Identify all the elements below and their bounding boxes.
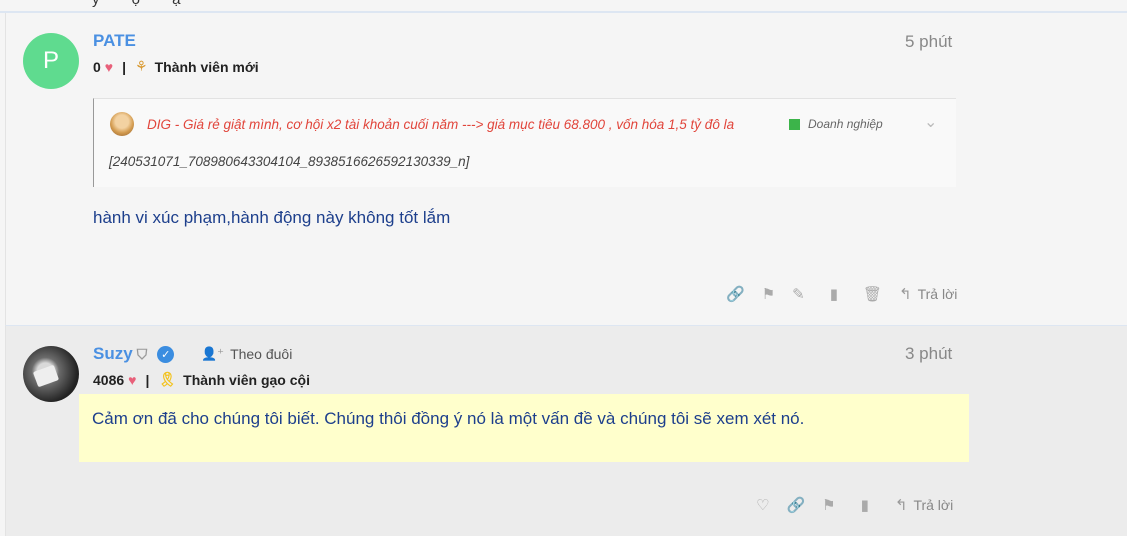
separator: | <box>145 371 150 388</box>
link-icon[interactable]: 🔗 <box>786 496 805 514</box>
post-actions: 🔗 ⚑ ✎ ▮ 🗑 ↰ Trả lời <box>726 285 957 303</box>
flag-icon[interactable]: ⚑ <box>762 285 775 303</box>
award-icon: 🎗 <box>158 371 177 387</box>
post-time[interactable]: 5 phút <box>905 32 952 52</box>
add-user-icon: 👤⁺ <box>201 346 225 361</box>
verified-icon: ✓ <box>157 345 175 363</box>
quoted-post[interactable]: DIG - Giá rẻ giật mình, cơ hội x2 tài kh… <box>93 98 956 187</box>
chevron-down-icon[interactable]: ⌄ <box>924 112 937 132</box>
pencil-icon[interactable]: ✎ <box>792 285 805 303</box>
quote-avatar <box>110 112 134 136</box>
reply-label: Trả lời <box>913 497 954 513</box>
follow-button[interactable]: 👤⁺ Theo đuôi <box>201 346 292 362</box>
reply-icon: ↰ <box>894 497 908 514</box>
user-meta: 4086 ♥ | 🎗 Thành viên gạo cội <box>93 371 310 388</box>
username-row: Suzy ⛉ ✓ <box>93 344 175 364</box>
shield-icon: ⛉ <box>136 345 148 362</box>
username[interactable]: PATE <box>93 31 136 51</box>
heart-icon: ♥ <box>128 371 137 388</box>
heart-icon: ♥ <box>104 58 114 75</box>
like-count: 0 <box>93 58 101 75</box>
quote-body: [240531071_708980643304104_8938516626592… <box>109 154 470 169</box>
like-count: 4086 <box>93 371 125 388</box>
avatar[interactable] <box>23 346 79 402</box>
user-meta: 0 ♥ | ⚘ Thành viên mới <box>93 58 259 75</box>
link-icon[interactable]: 🔗 <box>726 285 745 303</box>
reply-button[interactable]: ↰ Trả lời <box>899 285 957 303</box>
user-rank: Thành viên gạo cội <box>183 371 310 388</box>
bookmark-icon[interactable]: ▮ <box>830 285 838 303</box>
post-pate: P PATE 0 ♥ | ⚘ Thành viên mới 5 phút DIG… <box>5 13 1127 326</box>
category-color-icon <box>789 118 800 130</box>
flag-icon[interactable]: ⚑ <box>822 496 835 514</box>
reply-icon: ↰ <box>899 286 912 303</box>
user-rank: Thành viên mới <box>154 58 259 75</box>
clipped-text: y ọ ạ <box>92 0 195 8</box>
username[interactable]: Suzy <box>93 344 133 364</box>
quote-title[interactable]: DIG - Giá rẻ giật mình, cơ hội x2 tài kh… <box>147 117 779 132</box>
trash-icon[interactable]: 🗑 <box>863 285 882 303</box>
sprout-icon: ⚘ <box>135 58 148 74</box>
follow-label: Theo đuôi <box>230 346 293 362</box>
heart-outline-icon[interactable]: ♡ <box>756 496 769 514</box>
category-label: Doanh nghiệp <box>808 117 883 131</box>
bookmark-icon[interactable]: ▮ <box>861 496 869 514</box>
separator: | <box>122 58 127 75</box>
highlighted-content: Cảm ơn đã cho chúng tôi biết. Chúng thôi… <box>79 394 969 462</box>
quote-category[interactable]: Doanh nghiệp <box>789 117 883 131</box>
reply-label: Trả lời <box>917 286 958 302</box>
reply-button[interactable]: ↰ Trả lời <box>895 496 953 514</box>
previous-post-fragment: y ọ ạ <box>0 0 1127 13</box>
post-content: hành vi xúc phạm,hành động này không tốt… <box>93 208 451 227</box>
post-suzy: Suzy ⛉ ✓ 👤⁺ Theo đuôi 4086 ♥ | 🎗 Thành v… <box>5 326 1127 536</box>
post-actions: ♡ 🔗 ⚑ ▮ ↰ Trả lời <box>756 496 953 514</box>
post-content: Cảm ơn đã cho chúng tôi biết. Chúng thôi… <box>92 409 805 428</box>
post-time[interactable]: 3 phút <box>905 344 952 364</box>
avatar[interactable]: P <box>23 33 79 89</box>
